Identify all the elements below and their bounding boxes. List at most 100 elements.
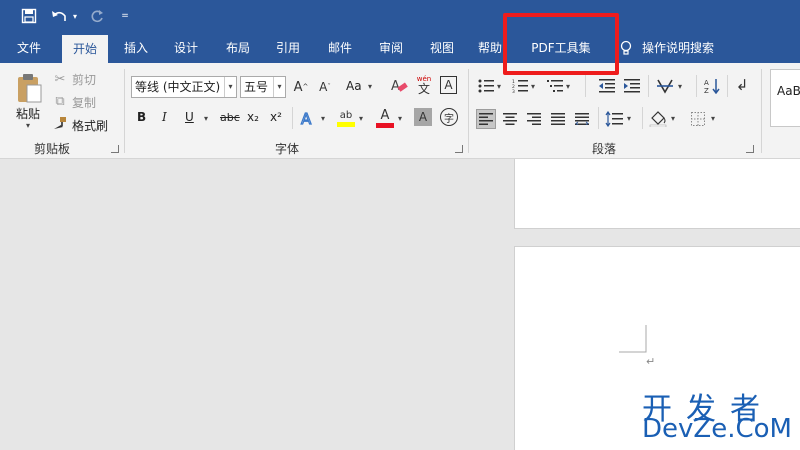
redo-icon[interactable] — [86, 5, 108, 27]
group-separator — [124, 69, 125, 153]
underline-button[interactable]: U — [185, 110, 194, 124]
group-separator — [292, 107, 293, 129]
distributed-icon[interactable] — [572, 109, 592, 129]
styles-gallery[interactable]: AaB — [770, 69, 800, 127]
paragraph-group-label: 段落 — [592, 142, 617, 156]
group-separator — [468, 69, 469, 153]
underline-dropdown-icon[interactable]: ▾ — [204, 114, 208, 123]
font-name-value: 等线 (中文正文) — [135, 80, 221, 94]
undo-dropdown-icon[interactable]: ▾ — [70, 5, 80, 27]
align-center-icon[interactable] — [500, 109, 520, 129]
tab-view[interactable]: 视图 — [422, 33, 462, 63]
superscript-button[interactable]: x² — [270, 110, 282, 124]
shading-dropdown-icon[interactable]: ▾ — [671, 114, 675, 123]
svg-text:3: 3 — [512, 89, 515, 93]
text-effects-dropdown-icon[interactable]: ▾ — [321, 114, 325, 123]
scissors-icon[interactable]: ✂ — [52, 71, 68, 87]
save-icon[interactable] — [18, 5, 40, 27]
tell-me-search[interactable]: 操作说明搜索 — [642, 33, 722, 63]
grow-font-icon[interactable]: A ^ — [292, 77, 310, 97]
tab-file[interactable]: 文件 — [8, 33, 50, 63]
margin-corner-mark — [619, 325, 647, 353]
chinese-layout-icon[interactable] — [654, 76, 676, 96]
character-shading-icon[interactable]: A — [414, 108, 432, 126]
watermark-en: DevZe.CoM — [642, 414, 792, 444]
paragraph-launcher-icon[interactable] — [746, 145, 754, 153]
cut-label[interactable]: 剪切 — [72, 71, 96, 88]
quick-access-toolbar: ▾ = — [0, 0, 800, 33]
bullets-dropdown-icon[interactable]: ▾ — [497, 82, 501, 91]
svg-text:A: A — [704, 79, 709, 87]
svg-text:A: A — [301, 110, 312, 127]
tab-references[interactable]: 引用 — [268, 33, 308, 63]
shading-icon[interactable] — [648, 107, 668, 129]
group-separator — [727, 75, 728, 97]
paste-dropdown-icon[interactable]: ▾ — [26, 121, 30, 130]
font-launcher-icon[interactable] — [455, 145, 463, 153]
highlight-box — [503, 13, 619, 75]
align-right-icon[interactable] — [524, 109, 544, 129]
numbering-dropdown-icon[interactable]: ▾ — [531, 82, 535, 91]
change-case-dropdown-icon[interactable]: ▾ — [368, 82, 372, 91]
undo-icon[interactable] — [48, 5, 70, 27]
align-left-icon[interactable] — [476, 109, 496, 129]
copy-icon[interactable]: ⧉ — [52, 93, 68, 109]
phonetic-guide-icon[interactable]: wén 文 — [414, 73, 434, 97]
brush-icon[interactable] — [52, 115, 68, 131]
customize-icon[interactable]: = — [118, 5, 132, 27]
chinese-layout-dropdown-icon[interactable]: ▾ — [678, 82, 682, 91]
borders-dropdown-icon[interactable]: ▾ — [711, 114, 715, 123]
clear-formatting-icon[interactable]: A — [389, 76, 409, 96]
line-spacing-dropdown-icon[interactable]: ▾ — [627, 114, 631, 123]
font-color-icon[interactable]: A — [375, 106, 395, 130]
paragraph-mark: ↵ — [646, 355, 656, 368]
borders-icon[interactable] — [688, 109, 708, 129]
clipboard-group-label: 剪贴板 — [34, 142, 71, 156]
font-size-combo[interactable]: 五号 ▾ — [240, 76, 286, 98]
enclose-characters-icon[interactable]: 字 — [440, 108, 458, 126]
character-border-icon[interactable]: A — [440, 76, 457, 94]
increase-indent-icon[interactable] — [622, 77, 642, 95]
lightbulb-icon[interactable] — [616, 33, 636, 63]
paste-icon[interactable] — [14, 71, 44, 105]
shrink-font-icon[interactable]: Aˇ — [316, 77, 334, 97]
font-name-combo[interactable]: 等线 (中文正文) ▾ — [131, 76, 237, 98]
tab-review[interactable]: 审阅 — [371, 33, 411, 63]
document-page-1[interactable] — [514, 159, 800, 229]
sort-icon[interactable]: AZ — [702, 76, 722, 96]
ribbon-home: 粘贴 ▾ ✂ 剪切 ⧉ 复制 格式刷 剪贴板 等线 (中文正文) ▾ 五号 ▾ … — [0, 63, 800, 159]
strikethrough-button[interactable]: abc — [220, 111, 240, 124]
format-painter-label[interactable]: 格式刷 — [72, 117, 108, 134]
tab-help[interactable]: 帮助 — [474, 33, 506, 63]
tab-layout[interactable]: 布局 — [218, 33, 258, 63]
bullets-icon[interactable] — [476, 77, 496, 95]
ribbon-tabs: 文件 开始 插入 设计 布局 引用 邮件 审阅 视图 帮助 PDF工具集 操作说… — [0, 33, 800, 63]
multilevel-dropdown-icon[interactable]: ▾ — [566, 82, 570, 91]
line-spacing-icon[interactable] — [604, 108, 624, 130]
tab-insert[interactable]: 插入 — [116, 33, 156, 63]
numbering-icon[interactable]: 123 — [510, 77, 530, 95]
chevron-down-icon: ▾ — [273, 77, 285, 97]
clipboard-launcher-icon[interactable] — [111, 145, 119, 153]
font-color-dropdown-icon[interactable]: ▾ — [398, 114, 402, 123]
tab-design[interactable]: 设计 — [166, 33, 206, 63]
multilevel-list-icon[interactable] — [545, 77, 565, 95]
group-separator — [585, 75, 586, 97]
text-highlight-icon[interactable]: ab — [336, 106, 356, 130]
bold-button[interactable]: B — [137, 110, 146, 124]
chevron-down-icon: ▾ — [224, 77, 236, 97]
svg-text:Z: Z — [704, 87, 709, 94]
group-separator — [761, 69, 762, 153]
subscript-button[interactable]: x₂ — [247, 110, 259, 124]
decrease-indent-icon[interactable] — [597, 77, 617, 95]
italic-button[interactable]: I — [162, 110, 167, 124]
justify-icon[interactable] — [548, 109, 568, 129]
paste-label[interactable]: 粘贴 — [16, 105, 40, 122]
show-hide-marks-icon[interactable]: ↲ — [733, 75, 751, 95]
change-case-button[interactable]: Aa — [346, 79, 362, 93]
text-effects-icon[interactable]: A — [298, 107, 318, 129]
text-highlight-dropdown-icon[interactable]: ▾ — [359, 114, 363, 123]
copy-label[interactable]: 复制 — [72, 94, 96, 111]
tab-home[interactable]: 开始 — [62, 35, 108, 63]
tab-mailings[interactable]: 邮件 — [320, 33, 360, 63]
